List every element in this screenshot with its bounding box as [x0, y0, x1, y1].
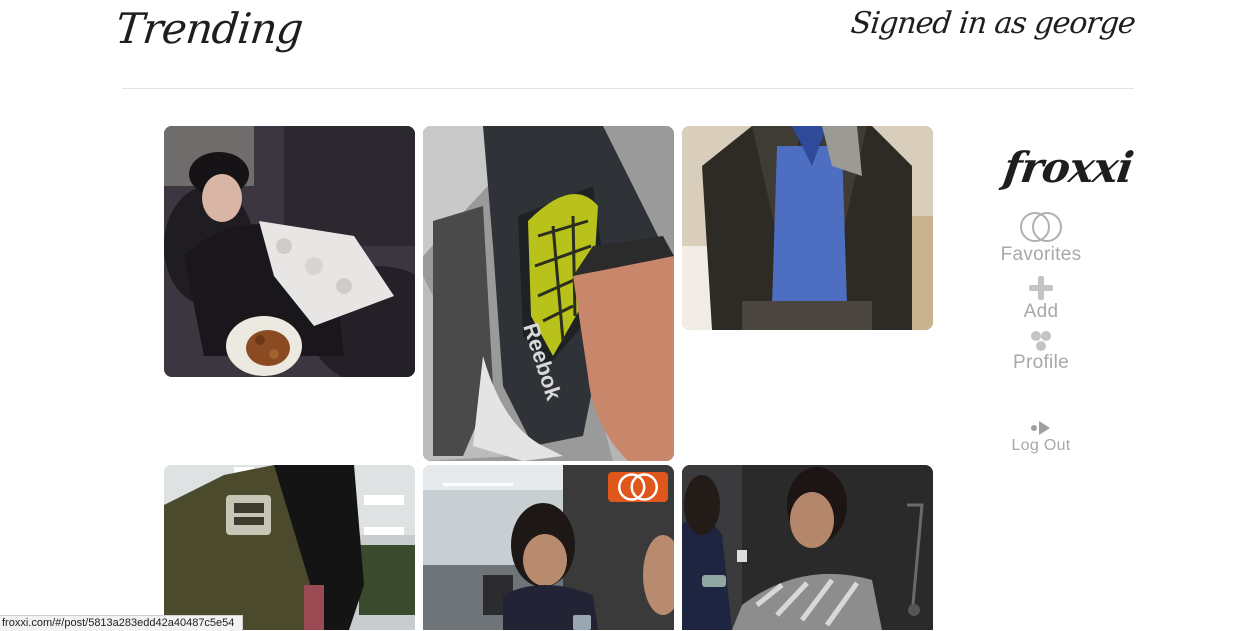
nav-add-label: Add [1023, 301, 1059, 322]
favorite-badge[interactable] [608, 472, 668, 502]
nav-profile[interactable]: Profile [990, 330, 1092, 374]
post-card[interactable]: Reebok [423, 126, 674, 461]
nav-logout[interactable]: Log Out [990, 420, 1092, 456]
plus-icon [1029, 276, 1053, 300]
post-photo: Reebok [423, 126, 674, 461]
favorites-icon [618, 473, 658, 501]
post-card[interactable] [682, 126, 933, 330]
nav-profile-label: Profile [1013, 352, 1069, 373]
page-title: Trending [113, 4, 305, 53]
post-photo [682, 126, 933, 330]
nav-favorites-label: Favorites [1000, 244, 1082, 265]
signed-in-label[interactable]: Signed in as george [849, 4, 1137, 44]
favorites-icon [1020, 212, 1062, 242]
logout-icon [1031, 421, 1050, 435]
header-divider [122, 88, 1134, 89]
post-card[interactable] [682, 465, 933, 630]
post-card[interactable] [164, 465, 415, 630]
nav-add[interactable]: Add [990, 275, 1092, 323]
post-card[interactable] [164, 126, 415, 377]
post-photo [164, 465, 415, 630]
profile-dots-icon [1031, 331, 1051, 351]
brand-logo[interactable]: froxxi [1000, 140, 1136, 196]
nav-favorites[interactable]: Favorites [990, 210, 1092, 266]
status-bar-url: froxxi.com/#/post/5813a283edd42a40487c5e… [0, 615, 244, 631]
nav-logout-label: Log Out [1011, 437, 1071, 454]
post-photo [164, 126, 415, 377]
post-card[interactable] [423, 465, 674, 630]
post-photo [682, 465, 933, 630]
